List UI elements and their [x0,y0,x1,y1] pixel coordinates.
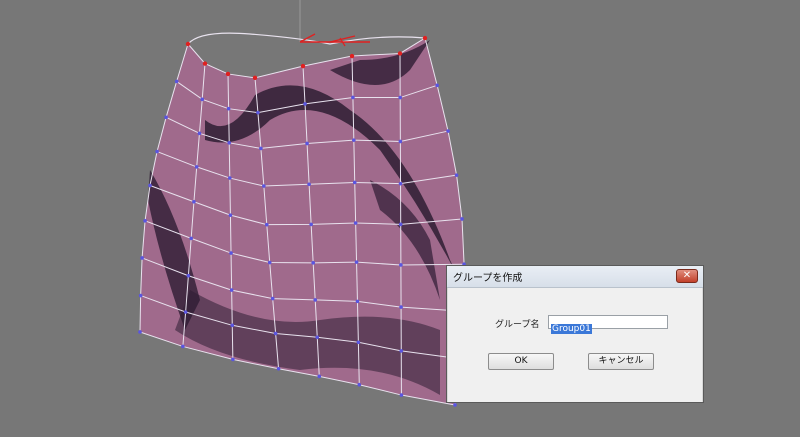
create-group-dialog: グループを作成 ✕ グループ名 Group01 OK キャンセル [446,265,704,403]
mesh-vertex [353,221,358,225]
mesh-vertex [155,149,159,154]
mesh-vertex [185,41,191,47]
mesh-vertex [354,260,359,264]
mesh-vertex [270,296,275,301]
mesh-vertex [200,97,205,102]
mesh-vertex [186,273,191,278]
mesh-vertex [398,95,402,100]
dialog-titlebar[interactable]: グループを作成 ✕ [447,266,703,288]
mesh-vertex [422,35,428,41]
mesh-vertex [189,236,193,241]
mesh-vertex [399,305,403,309]
mesh-vertex [227,141,232,145]
mesh-vertex [174,79,179,84]
mesh-vertex [303,102,307,106]
mesh-vertex [398,139,403,144]
mesh-vertex [357,382,362,387]
close-button[interactable]: ✕ [676,269,698,283]
dialog-body: グループ名 Group01 OK キャンセル [448,288,702,402]
mesh-vertex [273,331,278,336]
mesh-vertex [192,199,196,204]
mesh-vertex [259,146,263,151]
mesh-vertex [399,349,404,353]
mesh-vertex [229,251,233,255]
mesh-vertex [231,357,235,362]
mesh-vertex [262,184,266,188]
mesh-vertex [229,288,234,292]
mesh-vertex [460,217,464,221]
mesh-vertex [307,182,311,187]
mesh-vertex [300,63,306,69]
mesh-vertex [148,183,152,188]
mesh-vertex [252,75,258,81]
mesh-vertex [398,222,403,227]
mesh-vertex [399,263,403,267]
mesh-vertex [138,330,142,334]
mesh-vertex [276,367,281,371]
mesh-vertex [164,115,168,120]
mesh-vertex [264,222,269,227]
group-name-input[interactable]: Group01 [548,315,668,334]
dialog-title: グループを作成 [453,273,523,284]
mesh-vertex [228,213,233,217]
mesh-vertex [355,299,360,304]
mesh-vertex [225,71,231,77]
mesh-vertex [256,110,260,115]
cancel-button[interactable]: キャンセル [588,353,654,370]
mesh-vertex [230,323,235,328]
mesh-vertex [313,298,318,302]
mesh-vertex [226,106,231,111]
mesh-vertex [351,95,355,100]
mesh-vertex [435,83,439,88]
mesh-vertex [352,180,357,185]
mesh-vertex [349,53,355,59]
mesh-vertex [311,261,315,265]
mesh-vertex [399,393,404,397]
mesh-vertex [143,219,147,223]
group-name-label: グループ名 [495,320,540,330]
mesh-vertex [202,61,208,66]
mesh-vertex [181,344,185,349]
mesh-vertex [398,181,403,186]
mesh-vertex [305,141,309,146]
mesh-vertex [397,51,403,56]
ok-button[interactable]: OK [488,353,554,370]
mesh-vertex [194,165,199,169]
mesh-vertex [317,374,322,379]
mesh-vertex [183,310,188,314]
mesh-vertex [446,129,450,133]
mesh-vertex [315,335,320,340]
group-name-value: Group01 [551,324,592,334]
mesh-vertex [454,173,459,177]
mesh-vertex [453,403,457,407]
mesh-vertex [267,260,272,265]
mesh-vertex [138,293,143,298]
mesh-vertex [228,176,232,180]
mesh-vertex [309,222,313,227]
mesh-vertex [197,131,202,136]
mesh-vertex [356,340,361,345]
mesh-vertex [352,138,356,142]
close-icon: ✕ [682,270,692,281]
mesh-vertex [140,256,144,260]
